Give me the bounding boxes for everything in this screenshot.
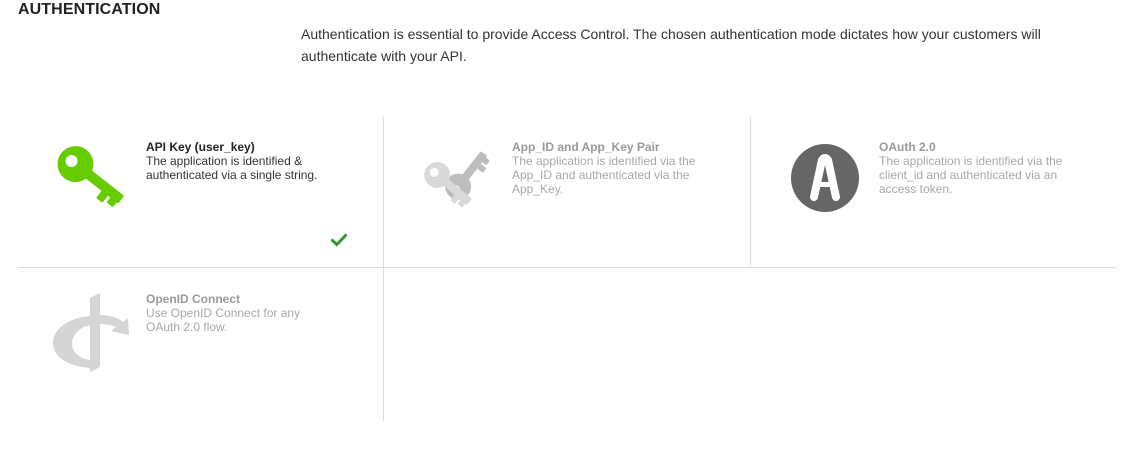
auth-option-title: API Key (user_key) bbox=[146, 140, 255, 154]
key-icon bbox=[50, 138, 130, 218]
auth-option-description: The application is identified via the cl… bbox=[879, 154, 1063, 196]
auth-option-app-id-key[interactable]: App_ID and App_Key Pair The application … bbox=[384, 116, 751, 268]
key-pair-icon bbox=[416, 138, 496, 218]
auth-option-title: App_ID and App_Key Pair bbox=[512, 140, 660, 154]
auth-options-grid: API Key (user_key) The application is id… bbox=[18, 116, 1117, 421]
auth-option-text: App_ID and App_Key Pair The application … bbox=[512, 140, 702, 196]
auth-option-oauth2[interactable]: OAuth 2.0 The application is identified … bbox=[751, 116, 1117, 268]
authentication-section: AUTHENTICATION Authentication is essenti… bbox=[0, 0, 1129, 453]
auth-option-openid-connect[interactable]: OpenID Connect Use OpenID Connect for an… bbox=[18, 268, 384, 421]
section-title: AUTHENTICATION bbox=[18, 1, 161, 18]
auth-option-description: Use OpenID Connect for any OAuth 2.0 flo… bbox=[146, 306, 301, 334]
auth-option-description: The application is identified & authenti… bbox=[146, 154, 318, 182]
openid-icon bbox=[50, 292, 130, 372]
auth-option-text: OAuth 2.0 The application is identified … bbox=[879, 140, 1069, 196]
auth-option-title: OpenID Connect bbox=[146, 292, 241, 306]
oauth-icon bbox=[783, 138, 863, 218]
auth-option-text: OpenID Connect Use OpenID Connect for an… bbox=[146, 292, 336, 334]
auth-option-title: OAuth 2.0 bbox=[879, 140, 936, 154]
checkmark-icon bbox=[330, 233, 348, 247]
auth-option-description: The application is identified via the Ap… bbox=[512, 154, 696, 196]
section-description: Authentication is essential to provide A… bbox=[301, 26, 1041, 64]
auth-option-api-key[interactable]: API Key (user_key) The application is id… bbox=[18, 116, 384, 268]
auth-option-text: API Key (user_key) The application is id… bbox=[146, 140, 336, 182]
